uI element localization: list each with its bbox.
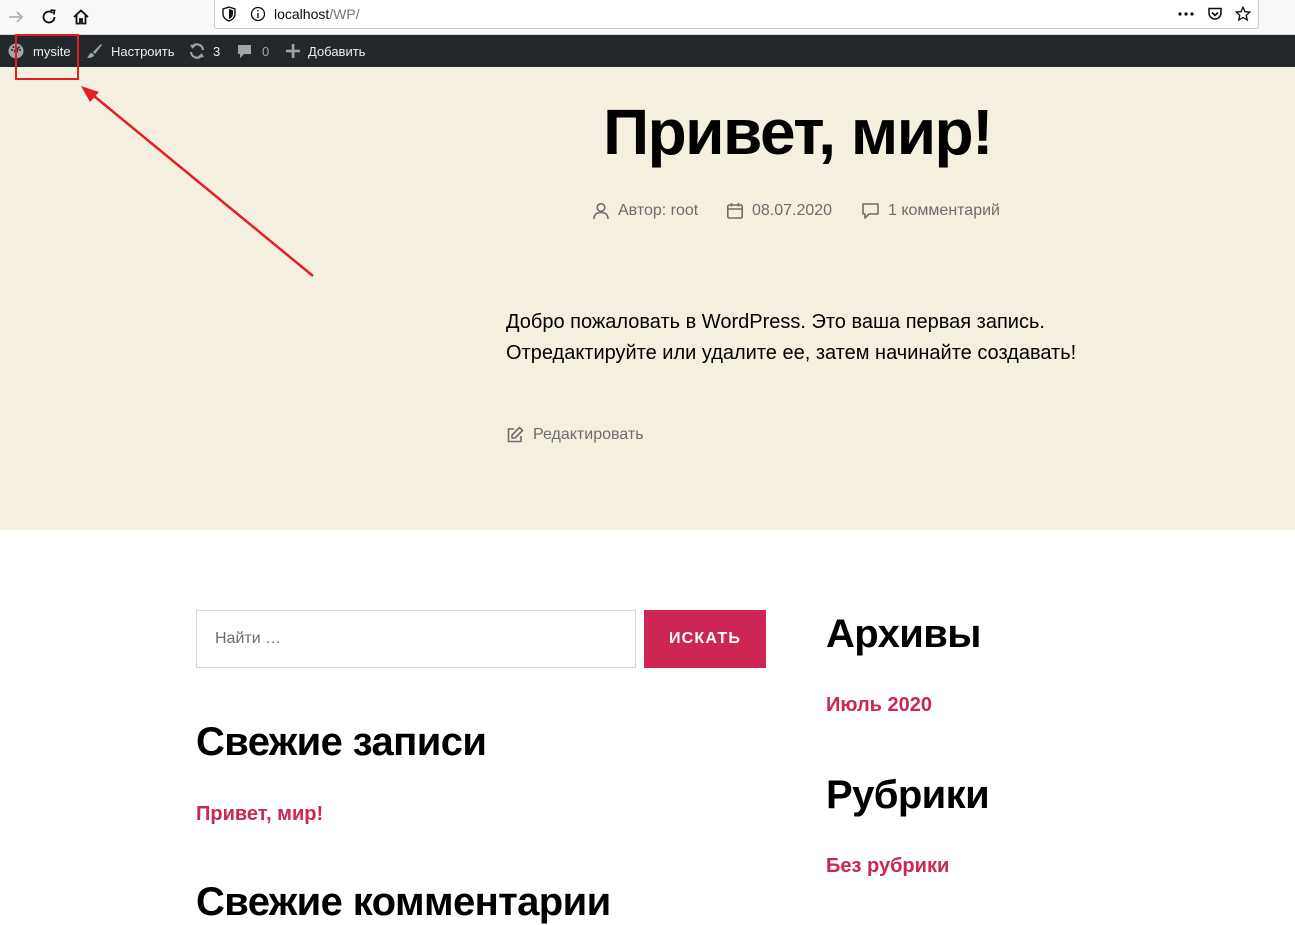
post-comments-text[interactable]: 1 комментарий <box>888 202 1000 220</box>
edit-icon <box>507 426 524 443</box>
archives-title: Архивы <box>826 612 981 656</box>
category-link[interactable]: Без рубрики <box>826 855 949 878</box>
edit-post-text[interactable]: Редактировать <box>533 426 644 444</box>
comment-bubble-icon <box>236 43 253 60</box>
recent-comments-title: Свежие комментарии <box>196 880 611 924</box>
recent-posts-title: Свежие записи <box>196 720 487 764</box>
reload-icon[interactable] <box>39 7 59 27</box>
url-host: localhost <box>274 6 330 22</box>
post-content: Добро пожаловать в WordPress. Это ваша п… <box>506 311 1077 364</box>
annotation-highlight-box <box>15 34 79 80</box>
pocket-icon[interactable] <box>1207 6 1223 22</box>
post-title[interactable]: Привет, мир! <box>0 95 1295 169</box>
post-hero: Привет, мир! Автор: root 08.07.2020 1 ко… <box>0 67 1295 530</box>
plus-icon <box>286 44 300 58</box>
search-input[interactable] <box>196 610 636 668</box>
comments-menu[interactable]: 0 <box>236 35 269 67</box>
home-icon[interactable] <box>71 7 91 27</box>
browser-toolbar: localhost/WP/ <box>0 0 1295 35</box>
comments-count: 0 <box>262 43 270 59</box>
forward-arrow-icon[interactable] <box>6 7 26 27</box>
bookmark-star-icon[interactable] <box>1235 6 1251 22</box>
customize-menu[interactable]: Настроить <box>85 35 175 67</box>
post-title-text[interactable]: Привет, мир! <box>603 95 993 169</box>
add-new-label[interactable]: Добавить <box>308 44 365 59</box>
add-new-menu[interactable]: Добавить <box>286 35 365 67</box>
paintbrush-icon <box>85 42 103 60</box>
post-date[interactable]: 08.07.2020 <box>726 200 832 222</box>
user-icon <box>593 202 609 220</box>
comment-icon <box>862 203 879 219</box>
updates-icon <box>188 42 206 60</box>
updates-count: 3 <box>213 43 221 59</box>
post-author[interactable]: Автор: root <box>592 200 698 222</box>
wp-admin-bar: mysite Настроить 3 0 Добавить <box>0 35 1295 67</box>
shield-icon[interactable] <box>221 6 237 22</box>
calendar-icon <box>726 203 743 219</box>
post-author-text[interactable]: Автор: root <box>618 202 698 220</box>
edit-post-link[interactable]: Редактировать <box>506 426 644 444</box>
updates-menu[interactable]: 3 <box>188 35 220 67</box>
more-dots-icon[interactable] <box>1178 6 1194 22</box>
post-date-text[interactable]: 08.07.2020 <box>752 202 832 220</box>
recent-post-link[interactable]: Привет, мир! <box>196 803 323 826</box>
customize-label[interactable]: Настроить <box>111 44 175 59</box>
url-bar[interactable]: localhost/WP/ <box>214 0 1259 29</box>
info-icon[interactable] <box>250 6 266 22</box>
post-comments-link[interactable]: 1 комментарий <box>861 200 1000 222</box>
url-text: localhost/WP/ <box>274 6 360 22</box>
url-path: /WP/ <box>329 6 360 22</box>
search-button[interactable]: ИСКАТЬ <box>644 610 766 668</box>
categories-title: Рубрики <box>826 773 990 817</box>
archive-link[interactable]: Июль 2020 <box>826 694 932 717</box>
